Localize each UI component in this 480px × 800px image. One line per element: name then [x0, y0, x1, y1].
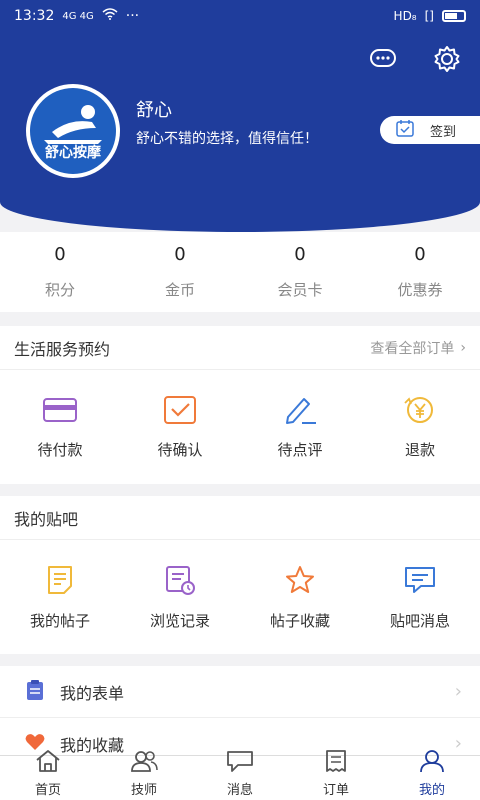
vibrate-icon: [] [424, 9, 434, 23]
forum-card: 我的贴吧 我的帖子 浏览记录 帖子收藏 贴吧消息 [0, 496, 480, 654]
my-posts[interactable]: 我的帖子 [0, 540, 120, 654]
tab-label: 订单 [322, 783, 349, 798]
checkin-button[interactable]: 签到 [380, 116, 480, 144]
card-icon [42, 395, 78, 429]
battery-icon [442, 10, 466, 22]
chevron-right-icon: › [460, 339, 466, 356]
service-card: 生活服务预约 查看全部订单 › 待付款 待确认 待点评 退款 [0, 326, 480, 484]
stat-value: 0 [294, 244, 306, 265]
history-icon [164, 564, 196, 600]
refund[interactable]: 退款 [360, 370, 480, 484]
pending-confirm[interactable]: 待确认 [120, 370, 240, 484]
tab-messages[interactable]: 消息 [192, 751, 288, 800]
user-motto: 舒心不错的选择，值得信任！ [136, 131, 318, 147]
receipt-icon [323, 749, 349, 777]
tab-orders[interactable]: 订单 [288, 750, 384, 800]
chevron-right-icon: › [454, 681, 462, 702]
grid-label: 贴吧消息 [389, 611, 450, 630]
view-all-orders-link[interactable]: 查看全部订单 › [370, 338, 466, 358]
grid-label: 浏览记录 [149, 611, 210, 630]
stat-label: 积分 [44, 281, 75, 299]
profile-header: 舒心按摩 舒心 舒心不错的选择，值得信任！ 签到 [0, 32, 480, 232]
browse-history[interactable]: 浏览记录 [120, 540, 240, 654]
list-item-my-forms[interactable]: 我的表单 › [0, 666, 480, 718]
forum-messages[interactable]: 贴吧消息 [360, 540, 480, 654]
tab-label: 首页 [34, 783, 61, 798]
list-label: 我的表单 [60, 683, 125, 703]
massage-logo: 舒心按摩 [30, 88, 116, 174]
stat-value: 0 [54, 244, 66, 265]
status-bar: 13:32 4G 4G ··· HD₈ [] [0, 0, 480, 32]
tab-home[interactable]: 首页 [0, 750, 96, 800]
stat-coins[interactable]: 0 金币 [120, 232, 240, 312]
stat-label: 优惠券 [397, 281, 443, 299]
tab-label: 我的 [418, 783, 445, 798]
post-favorites[interactable]: 帖子收藏 [240, 540, 360, 654]
settings-gear-icon[interactable] [432, 44, 462, 74]
more-chat-icon[interactable] [368, 44, 398, 74]
status-dots: ··· [125, 8, 140, 24]
list-label: 我的收藏 [60, 735, 125, 755]
tab-label: 技师 [130, 783, 157, 798]
grid-label: 待确认 [157, 440, 203, 459]
stat-points[interactable]: 0 积分 [0, 232, 120, 312]
hd-indicator: HD₈ [393, 9, 417, 23]
clipboard-icon [24, 679, 46, 705]
signal-icon: 4G 4G [62, 10, 94, 22]
grid-label: 待付款 [37, 440, 83, 459]
tab-mine[interactable]: 我的 [384, 750, 480, 800]
pending-payment[interactable]: 待付款 [0, 370, 120, 484]
message-icon [403, 564, 437, 600]
users-icon [129, 749, 159, 777]
stat-coupons[interactable]: 0 优惠券 [360, 232, 480, 312]
note-icon [44, 564, 76, 600]
stat-label: 金币 [164, 281, 195, 299]
checkin-label: 签到 [430, 124, 457, 140]
pen-icon [282, 395, 318, 429]
star-icon [284, 564, 316, 600]
service-title: 生活服务预约 [14, 339, 111, 359]
chat-icon [225, 749, 255, 777]
calendar-check-icon [396, 119, 414, 141]
stat-label: 会员卡 [277, 281, 323, 299]
wifi-icon [102, 8, 118, 24]
tab-label: 消息 [226, 783, 253, 798]
person-icon [419, 749, 445, 777]
avatar[interactable]: 舒心按摩 [26, 84, 120, 178]
pending-review[interactable]: 待点评 [240, 370, 360, 484]
home-icon [34, 749, 62, 777]
stats-row: 0 积分 0 金币 0 会员卡 0 优惠券 [0, 232, 480, 312]
check-box-icon [162, 395, 198, 429]
yen-coin-icon [402, 395, 438, 429]
chevron-right-icon: › [454, 733, 462, 754]
forum-title: 我的贴吧 [14, 509, 79, 529]
stat-member-card[interactable]: 0 会员卡 [240, 232, 360, 312]
stat-value: 0 [414, 244, 426, 265]
stat-value: 0 [174, 244, 186, 265]
status-time: 13:32 [14, 8, 55, 24]
view-all-label: 查看全部订单 [370, 340, 455, 357]
user-name: 舒心 [136, 100, 172, 121]
logo-text: 舒心按摩 [45, 145, 101, 161]
grid-label: 待点评 [277, 440, 323, 459]
grid-label: 我的帖子 [29, 611, 90, 630]
grid-label: 帖子收藏 [269, 611, 330, 630]
bottom-tab-bar: 首页 技师 消息 订单 我的 [0, 750, 480, 800]
tab-technician[interactable]: 技师 [96, 751, 192, 800]
grid-label: 退款 [404, 440, 435, 459]
